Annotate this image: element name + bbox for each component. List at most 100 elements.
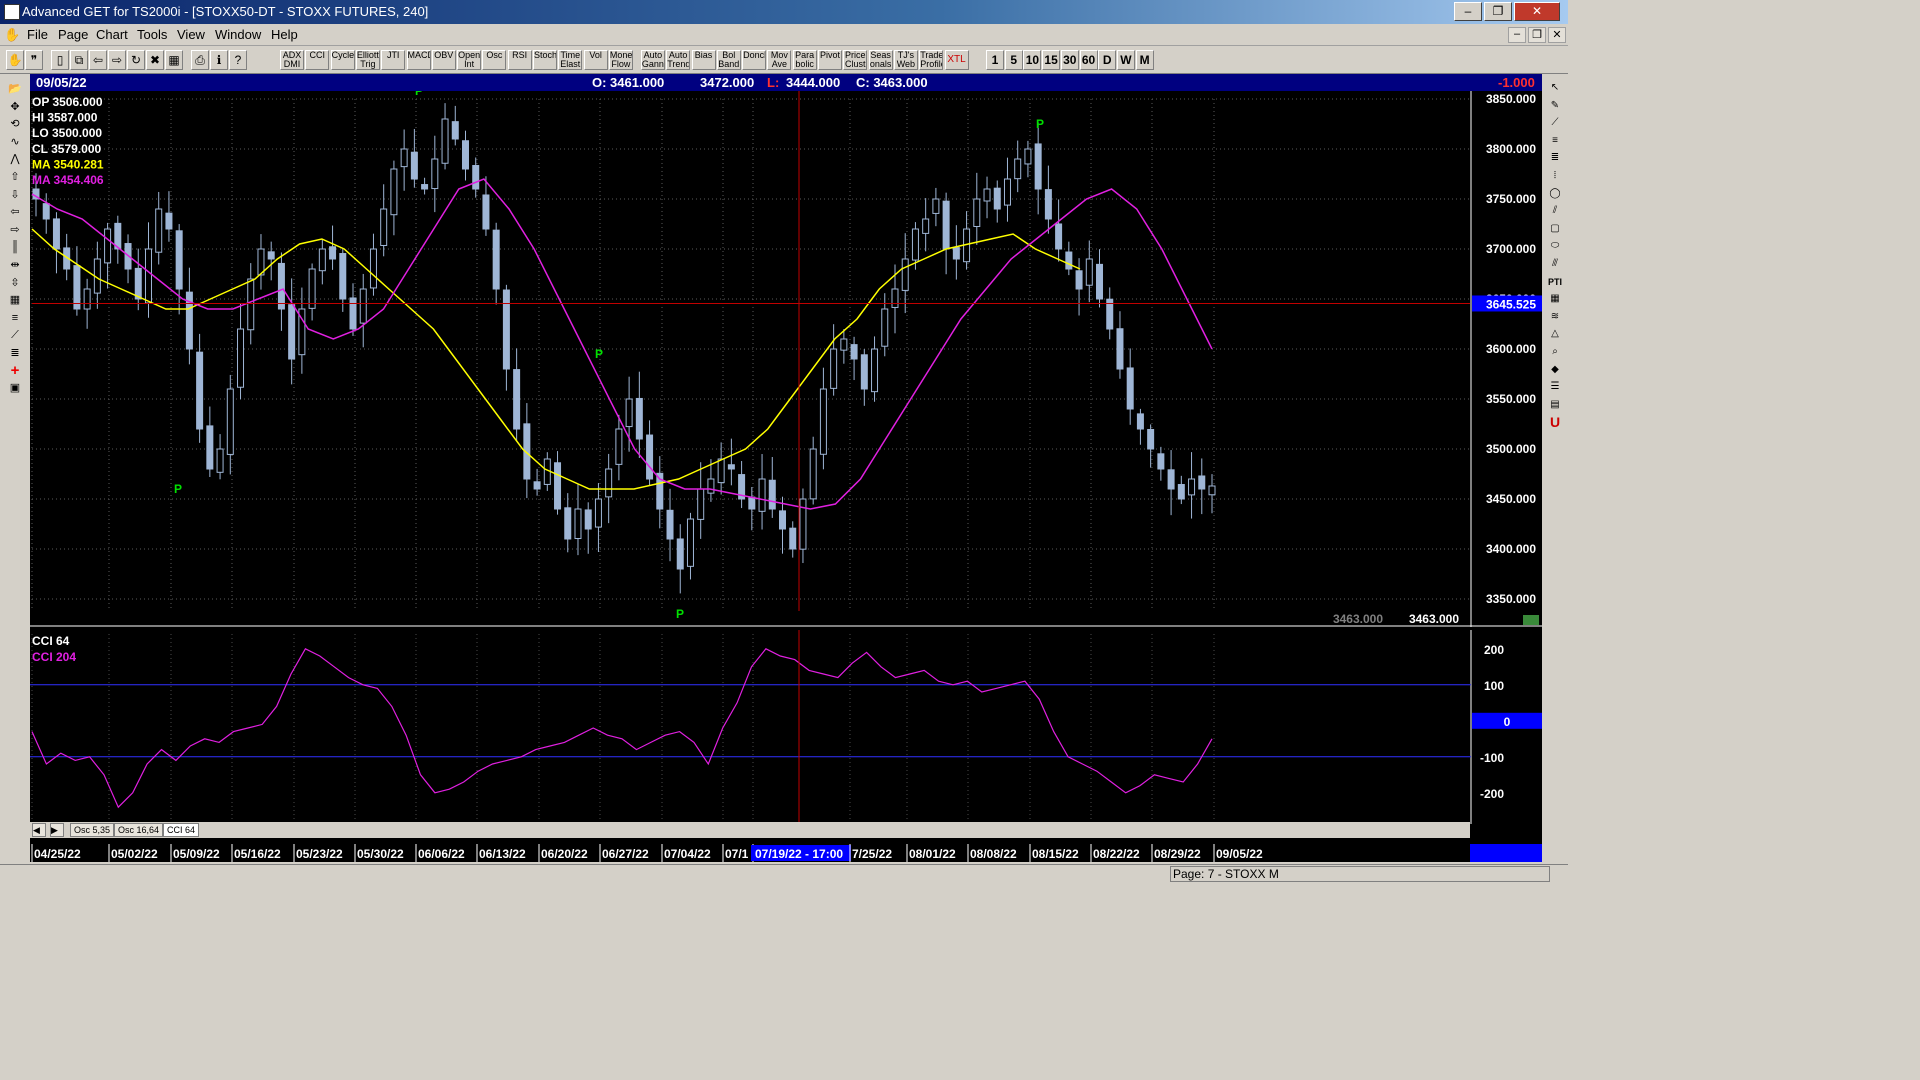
fib-time-icon[interactable]: ⦙ <box>1545 168 1565 185</box>
study-button-adx-dmi[interactable]: ADX DMI <box>280 50 304 70</box>
copy-icon[interactable]: ⧉ <box>70 50 88 70</box>
study-button-price-clust[interactable]: Price Clust <box>843 50 868 70</box>
arrow-up-icon[interactable]: ⇧ <box>4 168 26 185</box>
forward-icon[interactable]: ⇨ <box>108 50 126 70</box>
open-folder-icon[interactable]: 📂 <box>4 80 26 97</box>
study-button-trade-profile[interactable]: Trade Profile <box>919 50 944 70</box>
info-icon[interactable]: ℹ <box>210 50 228 70</box>
chart-area[interactable]: 09/05/22 O: 3461.000 3472.000 L: 3444.00… <box>30 74 1542 844</box>
refresh-icon[interactable]: ↻ <box>127 50 145 70</box>
minimize-button[interactable]: – <box>1454 2 1482 21</box>
table-icon[interactable]: ▤ <box>1545 397 1565 414</box>
study-button-donch[interactable]: Donch <box>742 50 767 70</box>
mdi-close-button[interactable]: ✕ <box>1548 27 1566 43</box>
close-button[interactable]: ✕ <box>1514 2 1560 21</box>
pencil-icon[interactable]: ✎ <box>1545 98 1565 115</box>
u-icon[interactable]: U <box>1545 414 1565 431</box>
delete-icon[interactable]: ✖ <box>146 50 164 70</box>
drag-icon[interactable]: ✥ <box>4 98 26 115</box>
study-button-seas-onals[interactable]: Seas onals <box>868 50 893 70</box>
fib-icon[interactable]: ≣ <box>4 344 26 361</box>
list-icon[interactable]: ☰ <box>1545 379 1565 396</box>
menu-tools[interactable]: Tools <box>137 27 167 42</box>
timeframe-button-1[interactable]: 1 <box>986 50 1004 70</box>
menu-help[interactable]: Help <box>271 27 298 42</box>
study-button-bol-band[interactable]: Bol Band <box>716 50 741 70</box>
study-button-para-bolic[interactable]: Para bolic <box>792 50 817 70</box>
back-icon[interactable]: ⇦ <box>89 50 107 70</box>
menu-view[interactable]: View <box>177 27 205 42</box>
reset-icon[interactable]: ⟲ <box>4 115 26 132</box>
triangle-icon[interactable]: △ <box>1545 326 1565 343</box>
study-button-open-int[interactable]: Open Int <box>457 50 482 70</box>
study-button-jti[interactable]: JTI <box>381 50 406 70</box>
study-button-time-elast[interactable]: Time Elast <box>558 50 583 70</box>
timeframe-button-60[interactable]: 60 <box>1079 50 1098 70</box>
arrow-down-icon[interactable]: ⇩ <box>4 186 26 203</box>
marker-icon[interactable]: ◆ <box>1545 362 1565 379</box>
new-icon[interactable]: ▯ <box>51 50 69 70</box>
print-icon[interactable]: ⎙ <box>191 50 209 70</box>
fib-ext-icon[interactable]: ≣ <box>1545 150 1565 167</box>
hand-icon[interactable]: ✋ <box>6 50 24 70</box>
help-icon[interactable]: ? <box>229 50 247 70</box>
lines-icon[interactable]: ≡ <box>4 309 26 326</box>
pti-icon[interactable]: PTI <box>1545 274 1565 291</box>
elliott-icon[interactable]: ⋀ <box>4 150 26 167</box>
maximize-button[interactable]: ❐ <box>1484 2 1512 21</box>
study-button-cci[interactable]: CCI <box>305 50 330 70</box>
tab-osc-16-64[interactable]: Osc 16,64 <box>114 823 164 837</box>
bars-icon[interactable]: ║ <box>4 238 26 255</box>
study-button-auto-trend[interactable]: Auto Trend <box>666 50 691 70</box>
study-button-mov-ave[interactable]: Mov Ave <box>767 50 792 70</box>
menu-window[interactable]: Window <box>215 27 261 42</box>
study-button-cycles[interactable]: Cycles <box>330 50 355 70</box>
cursor-icon[interactable]: ↖ <box>1545 80 1565 97</box>
study-button-obv[interactable]: OBV <box>431 50 456 70</box>
study-button-pivot[interactable]: Pivot <box>818 50 842 70</box>
tab-scroll-right-icon[interactable]: ▶ <box>50 823 64 837</box>
timeframe-button-15[interactable]: 15 <box>1042 50 1061 70</box>
trendline-icon[interactable]: ⟋ <box>1545 115 1565 132</box>
mob-icon[interactable]: ≋ <box>1545 309 1565 326</box>
arrow-left-icon[interactable]: ⇦ <box>4 203 26 220</box>
crosshair-icon[interactable]: + <box>4 362 26 379</box>
ellipse-icon[interactable]: ⬭ <box>1545 238 1565 255</box>
study-button-vol[interactable]: Vol <box>583 50 608 70</box>
price-pane[interactable]: 3850.0003800.0003750.0003700.0003650.000… <box>30 91 1542 627</box>
study-button-macd[interactable]: MACD <box>406 50 431 70</box>
tab-cci-64[interactable]: CCI 64 <box>163 823 200 837</box>
channel-icon[interactable]: ⫻ <box>1545 256 1565 273</box>
study-button-elliott-trig[interactable]: Elliott Trig <box>355 50 380 70</box>
mdi-minimize-button[interactable]: – <box>1508 27 1526 43</box>
study-button-bias[interactable]: Bias <box>691 50 716 70</box>
timeframe-button-d[interactable]: D <box>1098 50 1117 70</box>
box-icon[interactable]: ▢ <box>1545 221 1565 238</box>
study-button-osc[interactable]: Osc <box>482 50 507 70</box>
tab-scroll-left-icon[interactable]: ◀ <box>32 823 46 837</box>
compress-icon[interactable]: ⇳ <box>4 274 26 291</box>
study-icon[interactable]: ∿ <box>4 133 26 150</box>
settings-icon[interactable]: ▣ <box>4 379 26 396</box>
quote-icon[interactable]: ❞ <box>25 50 43 70</box>
menu-page[interactable]: Page <box>58 27 88 42</box>
study-button-auto-gann[interactable]: Auto Gann <box>640 50 665 70</box>
timeframe-button-m[interactable]: M <box>1135 50 1154 70</box>
study-button-xtl[interactable]: XTL <box>944 50 969 70</box>
study-button-stoch[interactable]: Stoch <box>533 50 557 70</box>
fib-ret-icon[interactable]: ≡ <box>1545 133 1565 150</box>
grid-icon[interactable]: ▦ <box>4 291 26 308</box>
menu-file[interactable]: File <box>27 27 48 42</box>
zoom-icon[interactable]: ⌕ <box>1545 344 1565 361</box>
circle-icon[interactable]: ◯ <box>1545 186 1565 203</box>
fan-icon[interactable]: ⫽ <box>1545 203 1565 220</box>
tab-osc-5-35[interactable]: Osc 5,35 <box>70 823 115 837</box>
expand-icon[interactable]: ⇹ <box>4 256 26 273</box>
study-button-money-flow[interactable]: Money Flow <box>608 50 633 70</box>
timeframe-button-w[interactable]: W <box>1116 50 1135 70</box>
arrow-right-icon[interactable]: ⇨ <box>4 221 26 238</box>
timeframe-button-30[interactable]: 30 <box>1060 50 1079 70</box>
grid-icon[interactable]: ▦ <box>1545 291 1565 308</box>
cci-oscillator-pane[interactable]: 200 100 0 -100 -200 CCI 64 CCI 204 <box>30 630 1542 824</box>
gann-icon[interactable]: ⟋ <box>4 326 26 343</box>
